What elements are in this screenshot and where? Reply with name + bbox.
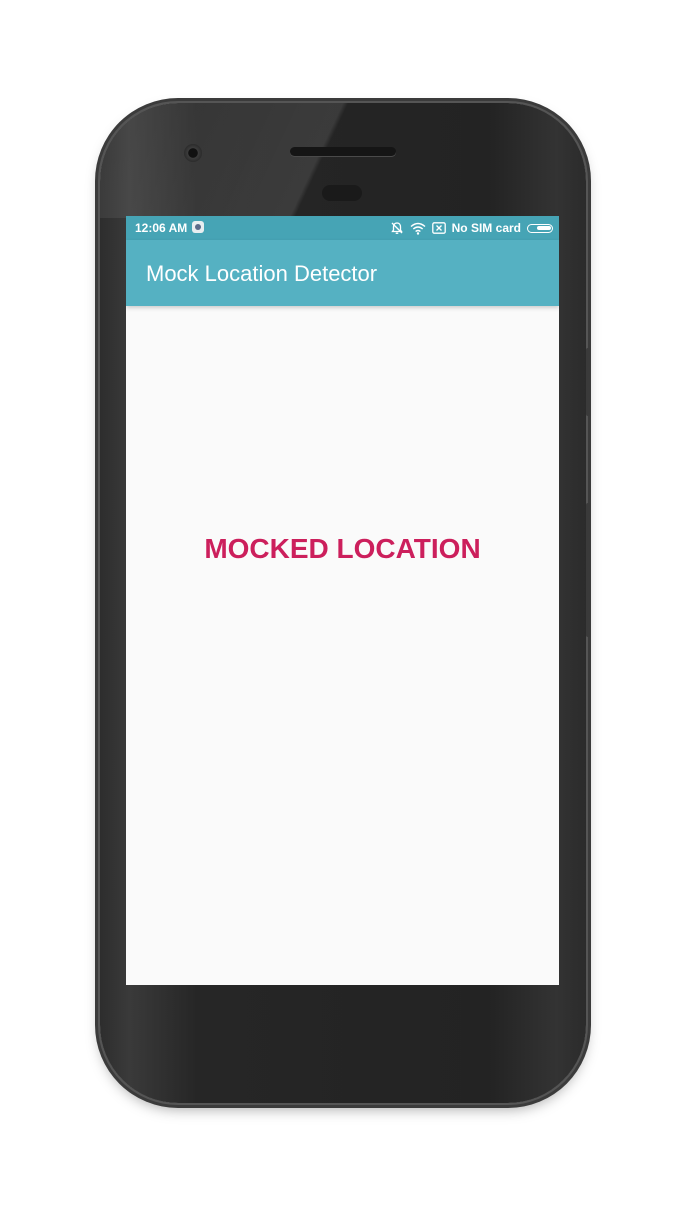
status-bar: 12:06 AM No SIM card: [126, 216, 559, 240]
mock-location-status-text: MOCKED LOCATION: [204, 533, 481, 564]
status-time: 12:06 AM: [135, 221, 188, 235]
stage: 12:06 AM No SIM card Mock Location Detec…: [0, 0, 689, 1219]
main-content: MOCKED LOCATION: [126, 306, 559, 985]
phone-frame: 12:06 AM No SIM card Mock Location Detec…: [100, 103, 591, 1103]
front-camera: [184, 144, 202, 162]
alarm-off-icon: [390, 221, 404, 235]
app-notification-icon: [192, 221, 204, 233]
sim-x-icon: [431, 222, 446, 234]
earpiece-speaker: [290, 147, 396, 156]
app-title: Mock Location Detector: [146, 261, 378, 286]
sim-status-text: No SIM card: [451, 221, 521, 235]
proximity-sensor: [322, 185, 362, 201]
power-button: [586, 348, 591, 416]
phone-screen: 12:06 AM No SIM card Mock Location Detec…: [126, 216, 559, 985]
battery-icon: [527, 223, 553, 233]
volume-button: [586, 503, 591, 637]
status-icons: No SIM card: [390, 220, 553, 236]
app-bar: Mock Location Detector: [126, 240, 559, 306]
wifi-icon: [410, 222, 426, 235]
